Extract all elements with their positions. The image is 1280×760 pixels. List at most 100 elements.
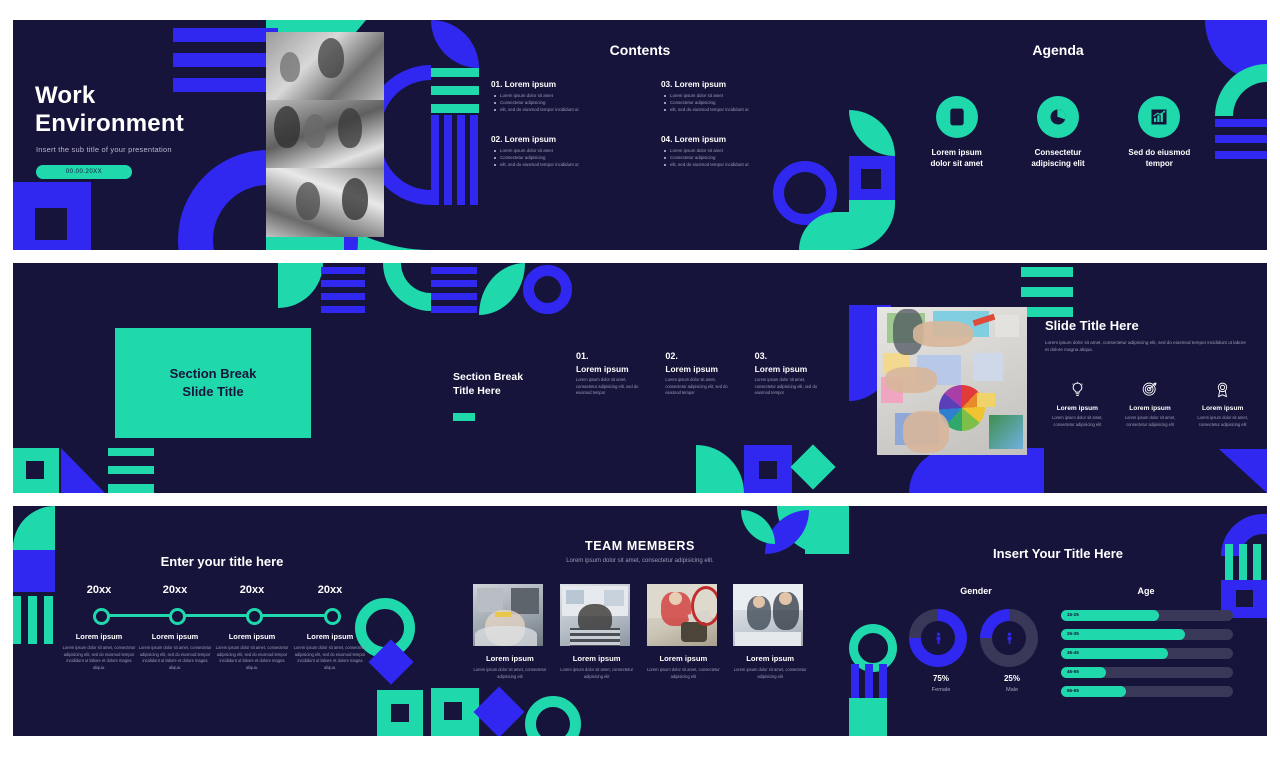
bullet: Consectetur adipisicing <box>664 154 803 161</box>
deco-green-bar-2 <box>431 86 479 95</box>
age-bar-row[interactable]: 15-25 <box>1061 610 1233 621</box>
feature-body: Lorem ipsum dolor sit amet, consectetur … <box>1197 415 1248 427</box>
slide-4-section-break[interactable]: Section Break Slide Title <box>13 263 431 493</box>
feature-item[interactable]: Lorem ipsum Lorem ipsum dolor sit amet, … <box>1045 381 1110 428</box>
agenda-item[interactable]: Sed do eiusmod tempor <box>1114 96 1205 170</box>
pie-chart-icon <box>1036 96 1079 138</box>
deco-green-leaf <box>479 263 525 315</box>
deco-blue-bar-1 <box>321 267 365 274</box>
title-line-1: Work <box>35 82 96 109</box>
feature-body: Lorem ipsum dolor sit amet, consectetur … <box>1052 415 1103 427</box>
bullet: Consectetur adipisicing <box>494 99 633 106</box>
timeline-dot[interactable] <box>324 608 341 625</box>
timeline-year: 20xx <box>86 584 112 596</box>
deco-blue-ring <box>523 265 572 314</box>
gender-value: 25% <box>1003 674 1020 683</box>
deco-blue-bar-1 <box>1215 119 1267 127</box>
timeline-dot[interactable] <box>246 608 263 625</box>
deco-green-bar-2 <box>108 466 154 474</box>
age-bar-label: 56-65 <box>1067 688 1079 693</box>
deco-blue-bar-3 <box>173 78 278 92</box>
slide-3-agenda[interactable]: Agenda Lorem ipsum dolor sit amet Consec… <box>849 20 1267 250</box>
team-member[interactable]: Lorem ipsum Lorem ipsum dolor sit amet, … <box>733 584 807 680</box>
donut-male[interactable]: 25% Male <box>980 609 1044 693</box>
timeline-year: 20xx <box>162 584 188 596</box>
timeline-rail <box>99 614 331 617</box>
deco-blue-stripe-2 <box>444 115 452 205</box>
feature-item[interactable]: Lorem ipsum Lorem ipsum dolor sit amet, … <box>1190 381 1255 428</box>
contents-item[interactable]: 01. Lorem ipsum Lorem ipsum dolor sit am… <box>491 80 633 113</box>
section-column[interactable]: 03. Lorem ipsum Lorem ipsum dolor sit am… <box>755 351 826 397</box>
timeline-item[interactable]: Lorem ipsum Lorem ipsum dolor sit amet, … <box>60 632 138 671</box>
timeline-dot[interactable] <box>93 608 110 625</box>
deco-blue-bar-2 <box>431 280 477 287</box>
deco-blue-stripe-1 <box>431 115 439 205</box>
donut-female[interactable]: 75% Female <box>909 609 973 693</box>
timeline-heading: Lorem ipsum <box>306 632 354 641</box>
team-member[interactable]: Lorem ipsum Lorem ipsum dolor sit amet, … <box>646 584 721 680</box>
age-bar-row[interactable]: 56-65 <box>1061 686 1233 697</box>
slide-8-team-members[interactable]: TEAM MEMBERS Lorem ipsum dolor sit amet,… <box>431 506 849 736</box>
section-column[interactable]: 02. Lorem ipsum Lorem ipsum dolor sit am… <box>665 351 736 397</box>
deco-green-bar-3 <box>108 484 154 493</box>
timeline-item[interactable]: Lorem ipsum Lorem ipsum dolor sit amet, … <box>136 632 214 671</box>
section-title-box: Section Break Slide Title <box>115 328 311 438</box>
section-title: Section Break Slide Title <box>170 365 257 400</box>
feature-heading: Lorem ipsum <box>1056 405 1099 412</box>
gender-value: 75% <box>932 674 949 683</box>
donut-chart <box>909 609 967 667</box>
feature-photo <box>877 307 1027 455</box>
team-grid: Lorem ipsum Lorem ipsum dolor sit amet, … <box>473 584 807 680</box>
section-title: Section Break Title Here <box>453 370 543 398</box>
slide-7-timeline[interactable]: Enter your title here 20xx 20xx 20xx 20x… <box>13 506 431 736</box>
timeline-item[interactable]: Lorem ipsum Lorem ipsum dolor sit amet, … <box>291 632 369 671</box>
slide-9-statistics[interactable]: Insert Your Title Here Gender 75% Female <box>849 506 1267 736</box>
team-member[interactable]: Lorem ipsum Lorem ipsum dolor sit amet, … <box>559 584 634 680</box>
age-bar-row[interactable]: 46-55 <box>1061 667 1233 678</box>
deco-blue-bar-2 <box>1215 135 1267 143</box>
deco-green-square <box>849 698 887 736</box>
contents-item-heading: 01. Lorem ipsum <box>491 80 557 89</box>
timeline-item[interactable]: Lorem ipsum Lorem ipsum dolor sit amet, … <box>213 632 291 671</box>
timeline-dot[interactable] <box>169 608 186 625</box>
deco-green-square-hole <box>391 704 409 722</box>
age-bar-row[interactable]: 36-45 <box>1061 648 1233 659</box>
agenda-item-label: Consectetur adipiscing elit <box>1031 148 1085 168</box>
bullet: Consectetur adipisicing <box>494 154 633 161</box>
slide-5-section-break-detail[interactable]: Section Break Title Here 01. Lorem ipsum… <box>431 263 849 493</box>
deco-blue-bar-2 <box>173 53 278 67</box>
slide-1-title[interactable]: Work Environment Insert the sub title of… <box>13 20 431 250</box>
person-icon <box>992 621 1026 655</box>
contents-item[interactable]: 04. Lorem ipsum Lorem ipsum dolor sit am… <box>661 135 803 168</box>
timeline-year: 20xx <box>317 584 343 596</box>
team-member[interactable]: Lorem ipsum Lorem ipsum dolor sit amet, … <box>473 584 547 680</box>
slide-6-image-feature[interactable]: Slide Title Here Lorem ipsum dolor sit a… <box>849 263 1267 493</box>
deco-blue-corner-triangle <box>1219 449 1267 493</box>
member-role: Lorem ipsum dolor sit amet, consectetur … <box>560 667 634 679</box>
age-bar-row[interactable]: 26-35 <box>1061 629 1233 640</box>
gender-label: Male <box>1005 687 1019 693</box>
feature-item[interactable]: Lorem ipsum Lorem ipsum dolor sit amet, … <box>1118 381 1183 428</box>
agenda-item[interactable]: Lorem ipsum dolor sit amet <box>911 96 1002 170</box>
member-photo <box>646 584 717 646</box>
deco-blue-stripe-3 <box>457 115 465 205</box>
feature-heading: Lorem ipsum <box>1201 405 1244 412</box>
feature-items: Lorem ipsum Lorem ipsum dolor sit amet, … <box>1045 381 1255 428</box>
column-number: 03. <box>754 351 768 361</box>
deco-green-ring <box>525 696 581 736</box>
feature-body: Lorem ipsum dolor sit amet, consectetur … <box>1045 340 1246 353</box>
slide-deck: Work Environment Insert the sub title of… <box>0 0 1280 760</box>
slide-2-contents[interactable]: Contents 01. Lorem ipsum Lorem ipsum dol… <box>431 20 849 250</box>
contents-item-heading: 03. Lorem ipsum <box>661 80 727 89</box>
page-subtitle: Lorem ipsum dolor sit amet, consectetur … <box>566 558 714 564</box>
contents-item[interactable]: 02. Lorem ipsum Lorem ipsum dolor sit am… <box>491 135 633 168</box>
contents-bullets: Lorem ipsum dolor sit amet Consectetur a… <box>661 92 803 113</box>
agenda-item[interactable]: Consectetur adipiscing elit <box>1012 96 1103 170</box>
deco-green-bar-1 <box>431 68 479 77</box>
section-column[interactable]: 01. Lorem ipsum Lorem ipsum dolor sit am… <box>576 351 647 397</box>
bullet: elit, sed do eiusmod tempor incididunt u… <box>494 161 633 168</box>
gender-chart-title: Gender <box>960 586 992 596</box>
member-name: Lorem ipsum <box>746 654 794 663</box>
page-title: Contents <box>609 42 671 58</box>
contents-item[interactable]: 03. Lorem ipsum Lorem ipsum dolor sit am… <box>661 80 803 113</box>
